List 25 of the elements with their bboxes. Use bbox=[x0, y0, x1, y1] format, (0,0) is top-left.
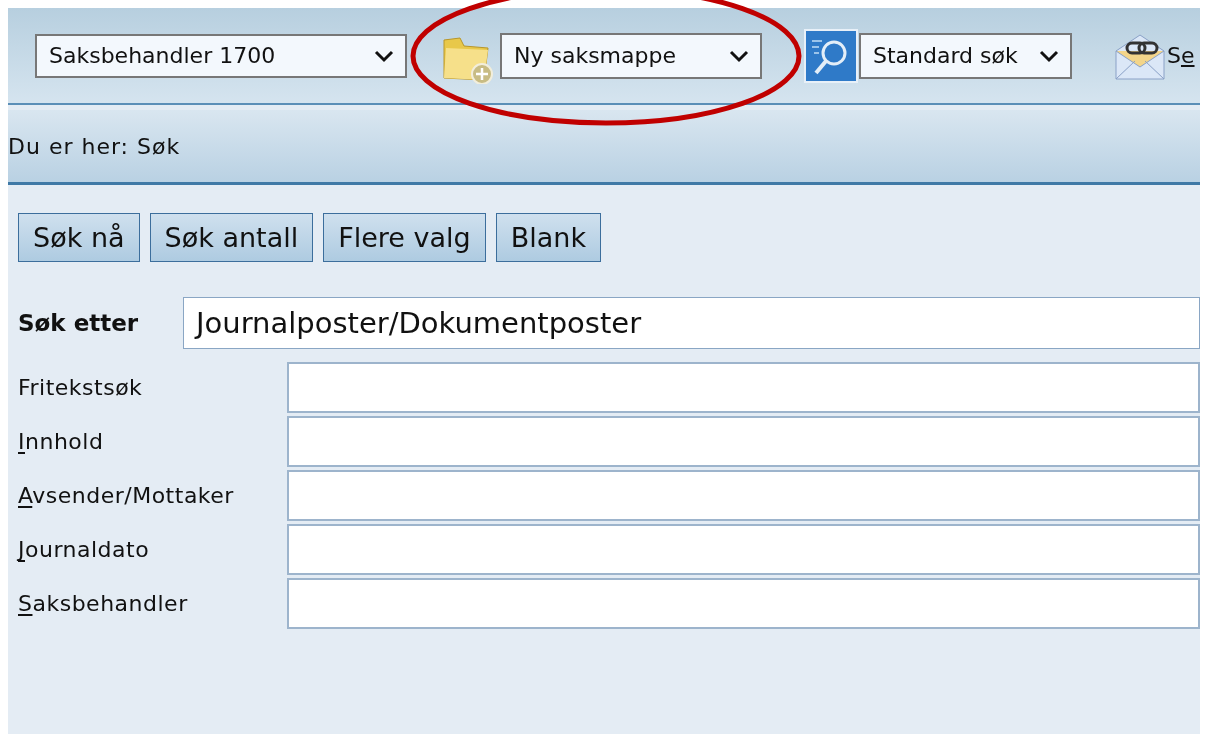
input-field[interactable] bbox=[287, 362, 1200, 413]
toolbar-button[interactable]: Søk nå bbox=[18, 213, 140, 262]
toolbar-button[interactable]: Blank bbox=[495, 213, 602, 262]
input-field[interactable] bbox=[287, 416, 1200, 467]
input-field[interactable] bbox=[287, 524, 1200, 575]
field-label: Avsender/Mottaker bbox=[18, 483, 235, 508]
toolbar-button[interactable]: Flere valg bbox=[323, 213, 486, 262]
field-label: Innhold bbox=[18, 429, 105, 454]
input-field[interactable] bbox=[287, 578, 1200, 629]
new-folder-select[interactable]: Ny saksmappe bbox=[500, 32, 762, 79]
toolbar-button[interactable]: Søk antall bbox=[149, 213, 314, 262]
chevron-icon bbox=[728, 48, 750, 63]
breadcrumb: Du er her: Søk bbox=[8, 133, 181, 159]
chevron-icon bbox=[1038, 48, 1060, 63]
user-select[interactable]: Saksbehandler 1700 bbox=[35, 33, 407, 78]
mail-link[interactable]: Se bbox=[1167, 43, 1195, 68]
search-for-label: Søk etter bbox=[18, 310, 140, 336]
field-label: Saksbehandler bbox=[18, 591, 189, 616]
search-type-select[interactable]: Standard søk bbox=[859, 32, 1072, 79]
field-label: Fritekstsøk bbox=[18, 375, 144, 400]
input-field[interactable] bbox=[287, 470, 1200, 521]
search-icon[interactable] bbox=[804, 28, 858, 83]
field-label: Journaldato bbox=[18, 537, 151, 562]
chevron-icon bbox=[373, 48, 395, 63]
search-for-field[interactable]: Journalposter/Dokumentposter bbox=[183, 297, 1200, 349]
